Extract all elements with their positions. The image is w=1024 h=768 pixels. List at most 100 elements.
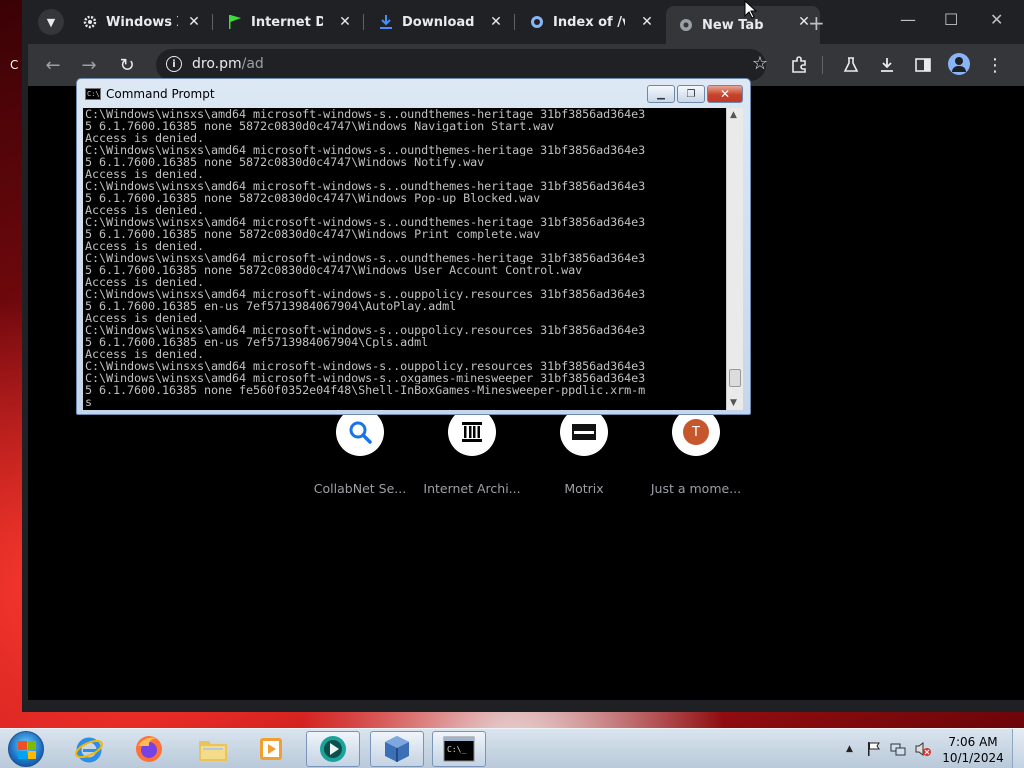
url-path: /ad xyxy=(241,56,264,72)
url-text[interactable]: dro.pm/ad xyxy=(192,56,264,72)
command-prompt-icon: C:\ xyxy=(85,88,101,100)
shortcut-label: CollabNet Se... xyxy=(313,481,407,496)
gear-icon xyxy=(82,14,98,30)
shortcut-just-a-moment[interactable]: T Just a mome... xyxy=(640,408,752,496)
vertical-scrollbar[interactable]: ▲ ▼ xyxy=(726,108,743,410)
shortcut-label: Just a mome... xyxy=(650,481,742,496)
volume-muted-icon[interactable] xyxy=(914,741,932,760)
shortcut-label: Internet Archi... xyxy=(423,481,521,496)
console-line: Access is denied. xyxy=(85,204,205,216)
avatar: T xyxy=(683,419,709,445)
desktop-icon-label[interactable]: C xyxy=(10,58,18,72)
shortcut-motrix[interactable]: Motrix xyxy=(528,408,640,496)
download-icon xyxy=(881,58,893,72)
tab-windows-xp[interactable]: Windows XP ✕ xyxy=(70,6,210,38)
console-line: 5_6.1.7600.16385_none_5872c0830d0c4747\W… xyxy=(85,156,485,168)
show-hidden-icons-button[interactable]: ▲ xyxy=(846,744,853,754)
toolbar-divider xyxy=(822,56,823,74)
command-prompt-icon: C:\_ xyxy=(443,736,475,762)
tab-new-tab[interactable]: New Tab ✕ xyxy=(666,6,820,44)
system-clock[interactable]: 7:06 AM 10/1/2024 xyxy=(938,734,1008,766)
scrollbar-thumb[interactable] xyxy=(729,369,741,387)
taskbar: C:\_ ▲ 7:06 AM 10/1/2024 xyxy=(0,728,1024,768)
cmd-close-button[interactable]: ✕ xyxy=(707,85,743,103)
close-icon: ✕ xyxy=(990,10,1004,29)
taskbar-file-explorer[interactable] xyxy=(186,731,240,767)
new-tab-button[interactable]: + xyxy=(808,11,825,35)
close-icon[interactable]: ✕ xyxy=(639,14,655,30)
taskbar-command-prompt[interactable]: C:\_ xyxy=(432,731,486,767)
minimize-button[interactable]: — xyxy=(900,10,916,29)
reload-icon: ↻ xyxy=(119,54,135,76)
minimize-icon: ▁ xyxy=(657,88,665,100)
forward-button[interactable]: → xyxy=(78,54,100,76)
console-output[interactable]: C:\Windows\winsxs\amd64_microsoft-window… xyxy=(83,108,743,410)
search-icon xyxy=(336,408,384,456)
downloads-button[interactable] xyxy=(876,54,898,76)
console-line: 5_6.1.7600.16385_none_5872c0830d0c4747\W… xyxy=(85,192,541,204)
close-icon[interactable]: ✕ xyxy=(337,14,353,30)
console-line: Access is denied. xyxy=(85,132,205,144)
virtualbox-icon xyxy=(385,736,409,762)
tab-title: New Tab xyxy=(702,17,764,33)
file-explorer-icon xyxy=(199,741,227,761)
back-button[interactable]: ← xyxy=(42,54,64,76)
menu-button[interactable]: ⋮ xyxy=(984,54,1006,76)
tab-downloads[interactable]: Downloads ✕ xyxy=(366,6,512,38)
scroll-up-icon[interactable]: ▲ xyxy=(730,110,737,120)
profile-avatar-button[interactable] xyxy=(948,53,970,75)
start-button[interactable] xyxy=(8,731,44,767)
console-line: Access is denied. xyxy=(85,276,205,288)
cmd-titlebar[interactable]: C:\ Command Prompt ▁ ❐ ✕ xyxy=(77,79,750,107)
close-icon[interactable]: ✕ xyxy=(488,14,504,30)
windows-logo-icon xyxy=(18,741,36,759)
page-icon xyxy=(529,14,545,30)
chevron-down-icon: ▼ xyxy=(46,15,56,29)
console-line: 5_6.1.7600.16385_none_5872c0830d0c4747\W… xyxy=(85,264,583,276)
maximize-button[interactable]: ☐ xyxy=(944,10,958,29)
tab-title: Windows XP xyxy=(106,14,178,30)
console-line: 5_6.1.7600.16385_none_5872c0830d0c4747\W… xyxy=(85,120,555,132)
labs-button[interactable] xyxy=(840,54,862,76)
tab-internet-download[interactable]: Internet Dow ✕ xyxy=(215,6,361,38)
clock-time: 7:06 AM xyxy=(948,735,998,749)
action-center-flag-icon[interactable] xyxy=(866,741,882,760)
shortcut-internet-archive[interactable]: Internet Archi... xyxy=(416,408,528,496)
console-line: C:\Windows\winsxs\amd64_microsoft-window… xyxy=(85,108,646,120)
cmd-minimize-button[interactable]: ▁ xyxy=(647,85,675,103)
close-icon[interactable]: ✕ xyxy=(186,14,202,30)
extensions-button[interactable] xyxy=(788,54,810,76)
maximize-icon: ☐ xyxy=(944,10,959,29)
bookmark-star-icon[interactable]: ☆ xyxy=(752,53,768,74)
taskbar-firefox[interactable] xyxy=(122,731,176,767)
show-desktop-button[interactable] xyxy=(1012,729,1024,768)
taskbar-internet-explorer[interactable] xyxy=(62,731,116,767)
download-icon xyxy=(378,14,394,30)
taskbar-teams[interactable] xyxy=(306,731,360,767)
scroll-down-icon[interactable]: ▼ xyxy=(730,398,737,408)
command-prompt-window[interactable]: C:\ Command Prompt ▁ ❐ ✕ C:\Windows\wins… xyxy=(76,78,751,415)
tab-index-of-vm[interactable]: Index of /vm ✕ xyxy=(517,6,663,38)
tab-title: Downloads xyxy=(402,14,474,30)
teams-icon xyxy=(320,736,346,762)
url-host: dro.pm xyxy=(192,56,242,72)
console-line: 5_6.1.7600.16385_en-us_7ef5713984067904\… xyxy=(85,336,429,348)
tab-search-button[interactable]: ▼ xyxy=(38,9,64,35)
console-line: C:\Windows\winsxs\amd64_microsoft-window… xyxy=(85,180,646,192)
taskbar-media-player[interactable] xyxy=(244,731,298,767)
tab-divider xyxy=(363,14,364,30)
reload-button[interactable]: ↻ xyxy=(116,54,138,76)
restore-icon: ❐ xyxy=(686,88,696,100)
taskbar-virtualbox[interactable] xyxy=(370,731,424,767)
tab-title: Internet Dow xyxy=(251,14,323,30)
console-line: Access is denied. xyxy=(85,240,205,252)
close-window-button[interactable]: ✕ xyxy=(990,10,1003,29)
cmd-maximize-button[interactable]: ❐ xyxy=(677,85,705,103)
side-panel-button[interactable] xyxy=(912,54,934,76)
address-bar[interactable]: i dro.pm/ad ☆ xyxy=(156,49,768,81)
network-icon[interactable] xyxy=(890,741,906,760)
shortcut-collabnet[interactable]: CollabNet Se... xyxy=(304,408,416,496)
site-info-icon[interactable]: i xyxy=(166,56,182,72)
console-line: C:\Windows\winsxs\amd64_microsoft-window… xyxy=(85,372,646,384)
plus-icon: + xyxy=(808,11,825,35)
